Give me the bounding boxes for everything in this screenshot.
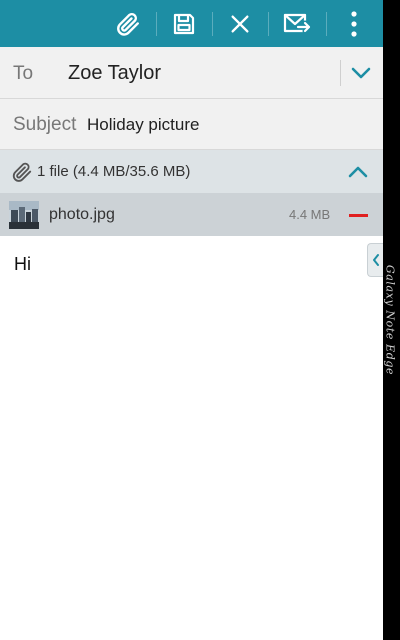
save-icon [173,13,195,34]
send-button[interactable] [270,0,324,47]
edge-panel-handle[interactable] [367,243,383,277]
chevron-down-icon [351,67,371,79]
action-bar [0,0,383,47]
discard-button[interactable] [214,0,266,47]
collapse-attachments-button[interactable] [342,158,374,186]
to-field-row: To Zoe Taylor [0,47,383,99]
recipient-input[interactable]: Zoe Taylor [68,62,161,85]
attach-button[interactable] [102,0,154,47]
to-label: To [13,63,34,84]
remove-attachment-button[interactable] [343,206,373,224]
to-field-divider [340,60,341,86]
email-body-input[interactable]: Hi [14,254,31,275]
attachments-header[interactable]: 1 file (4.4 MB/35.6 MB) [0,150,383,193]
toolbar-separator [156,12,157,36]
paperclip-icon [117,12,139,36]
toolbar-separator [212,12,213,36]
subject-field-row: Subject Holiday picture [0,99,383,150]
attachments-summary: 1 file (4.4 MB/35.6 MB) [37,163,191,180]
subject-label: Subject [13,114,77,135]
attachment-filename: photo.jpg [49,206,115,223]
attachment-size: 4.4 MB [289,207,331,222]
close-icon [231,14,249,33]
toolbar-separator [326,12,327,36]
more-vertical-icon [351,10,357,37]
save-button[interactable] [158,0,210,47]
more-options-button[interactable] [328,0,380,47]
expand-recipients-button[interactable] [344,57,378,89]
photo-thumbnail [9,201,39,229]
chevron-up-icon [348,166,368,178]
device-brand-label: Galaxy Note Edge [383,264,397,376]
send-mail-icon [283,13,311,33]
paperclip-icon [12,162,32,182]
attachment-item[interactable]: photo.jpg 4.4 MB [0,193,383,236]
toolbar-separator [268,12,269,36]
email-compose-screen: To Zoe Taylor Subject Holiday picture 1 … [0,0,383,640]
subject-input[interactable]: Holiday picture [87,115,199,135]
minus-icon [348,213,368,217]
chevron-left-icon [372,254,379,266]
